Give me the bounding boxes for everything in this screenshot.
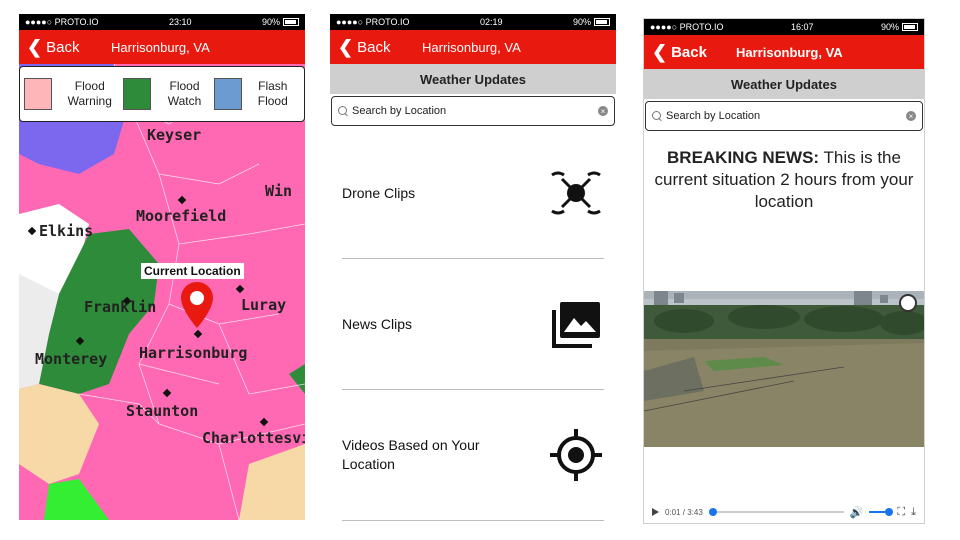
map-label-harrisonburg: Harrisonburg: [139, 344, 248, 362]
video-time: 0:01 / 3:43: [665, 507, 703, 517]
volume-icon[interactable]: 🔊: [850, 506, 864, 519]
map-label-luray: Luray: [241, 296, 287, 314]
battery-icon: [282, 18, 299, 26]
nav-bar: ❮ Back Harrisonburg, VA: [330, 30, 616, 64]
map-label-win: Win: [265, 182, 293, 200]
volume-knob[interactable]: [885, 508, 894, 516]
nav-bar: ❮ Back Harrisonburg, VA: [644, 35, 924, 69]
carrier-label: ●●●●○ PROTO.IO: [25, 17, 99, 27]
list-item-news-clips[interactable]: News Clips: [330, 259, 616, 389]
search-bar[interactable]: ×: [645, 101, 923, 131]
legend-label: Flood Warning: [67, 79, 112, 108]
gps-target-icon: [550, 429, 602, 481]
search-input[interactable]: [352, 105, 594, 117]
legend-item-flood-watch: Flood Watch: [123, 78, 213, 110]
clock: 23:10: [168, 17, 192, 27]
legend-item-flood-warning: Flood Warning: [24, 78, 123, 110]
battery-percent: 90%: [572, 17, 591, 27]
carrier-label: ●●●●○ PROTO.IO: [336, 17, 410, 27]
clock: 16:07: [790, 22, 814, 32]
chevron-left-icon: ❮: [27, 37, 43, 57]
clock: 02:19: [479, 17, 503, 27]
photo-library-icon: [552, 302, 600, 348]
legend-item-flash-flood: Flash Flood: [213, 78, 300, 110]
clear-icon[interactable]: ×: [906, 111, 916, 121]
section-header: Weather Updates: [644, 69, 924, 99]
progress-slider[interactable]: [708, 508, 844, 516]
current-location-label: Current Location: [141, 263, 244, 279]
battery-percent: 90%: [880, 22, 899, 32]
video-player[interactable]: [644, 291, 924, 447]
map-label-staunton: Staunton: [126, 402, 199, 420]
list-item-label: News Clips: [342, 315, 413, 332]
list-item-drone-clips[interactable]: Drone Clips: [330, 128, 616, 258]
section-header: Weather Updates: [330, 64, 616, 94]
back-label: Back: [46, 38, 80, 56]
legend-label: Flash Flood: [257, 79, 288, 108]
list-item-videos-location[interactable]: Videos Based on Your Location: [330, 390, 616, 520]
clear-icon[interactable]: ×: [598, 106, 608, 116]
fullscreen-icon[interactable]: ⛶: [897, 506, 905, 519]
status-bar: ●●●●○ PROTO.IO 02:19 90%: [330, 14, 616, 30]
chevron-left-icon: ❮: [652, 42, 668, 62]
chevron-left-icon: ❮: [338, 37, 354, 57]
map-label-keyser: Keyser: [147, 126, 202, 144]
battery-icon: [593, 18, 610, 26]
legend-swatch: [24, 78, 53, 110]
legend-swatch: [123, 78, 152, 110]
location-pin-icon[interactable]: [179, 280, 215, 330]
map-label-monterey: Monterey: [35, 350, 108, 368]
map-label-elkins: Elkins: [39, 222, 94, 240]
phone-video-screen: ●●●●○ PROTO.IO 16:07 90% ❮ Back Harrison…: [643, 18, 925, 524]
battery-percent: 90%: [261, 17, 280, 27]
download-icon[interactable]: ⤓: [911, 506, 916, 519]
battery-icon: [901, 23, 918, 31]
search-icon: [338, 106, 348, 116]
legend-swatch: [213, 78, 242, 110]
volume-slider[interactable]: [869, 508, 894, 516]
breaking-label: BREAKING NEWS:: [667, 148, 820, 167]
nav-title: Harrisonburg, VA: [736, 44, 843, 60]
nav-title: Harrisonburg, VA: [422, 39, 521, 55]
back-button[interactable]: ❮ Back: [644, 43, 707, 61]
nav-bar: ❮ Back Harrisonburg, VA: [19, 30, 305, 64]
clip-list: Drone Clips News Clips Videos Based on Y…: [330, 128, 616, 521]
drone-icon: [551, 171, 601, 215]
search-bar[interactable]: ×: [331, 96, 615, 126]
back-label: Back: [671, 43, 707, 61]
back-label: Back: [357, 38, 391, 56]
nav-title: Harrisonburg, VA: [111, 39, 210, 55]
video-controls: 0:01 / 3:43 🔊 ⛶ ⤓: [644, 501, 924, 523]
progress-knob[interactable]: [708, 508, 717, 516]
list-item-label: Videos Based on Your Location: [342, 437, 480, 472]
map-label-charlottesville: Charlottesvi: [202, 429, 305, 447]
breaking-news-text: BREAKING NEWS: This is the current situa…: [644, 133, 924, 213]
search-icon: [652, 111, 662, 121]
search-input[interactable]: [666, 110, 902, 122]
map-legend: Flood Warning Flood Watch Flash Flood: [19, 66, 305, 122]
status-bar: ●●●●○ PROTO.IO 16:07 90%: [644, 19, 924, 35]
phone-map-screen: ●●●●○ PROTO.IO 23:10 90% ❮ Back Harrison…: [19, 14, 305, 520]
divider: [342, 520, 604, 521]
back-button[interactable]: ❮ Back: [19, 38, 79, 56]
status-bar: ●●●●○ PROTO.IO 23:10 90%: [19, 14, 305, 30]
phone-list-screen: ●●●●○ PROTO.IO 02:19 90% ❮ Back Harrison…: [330, 14, 616, 524]
play-icon[interactable]: [652, 508, 659, 516]
legend-label: Flood Watch: [167, 79, 202, 108]
back-button[interactable]: ❮ Back: [330, 38, 390, 56]
map-label-franklin: Franklin: [84, 298, 157, 316]
carrier-label: ●●●●○ PROTO.IO: [650, 22, 724, 32]
map-label-moorefield: Moorefield: [136, 207, 227, 225]
list-item-label: Drone Clips: [342, 184, 416, 201]
